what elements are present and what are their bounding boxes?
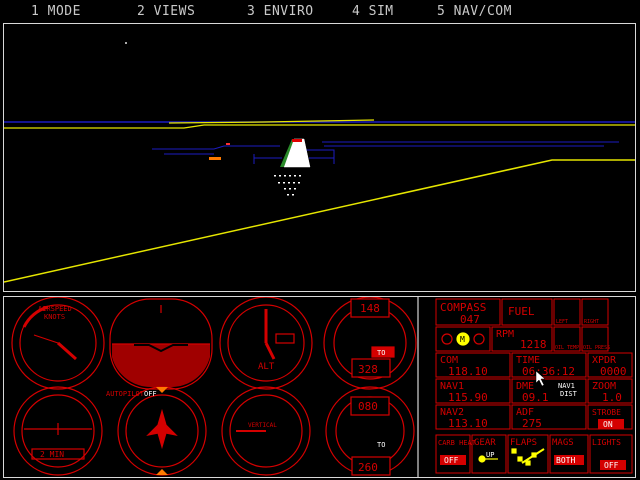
instrument-panel-graphics: AIRSPEED KNOTS ALT 2 MIN VERTICAL 148 TO… bbox=[11, 297, 633, 477]
approach-light-dots bbox=[274, 175, 301, 196]
autopilot-state[interactable]: OFF bbox=[144, 390, 157, 398]
fuel-right-label: RIGHT bbox=[584, 319, 599, 325]
star-dot bbox=[125, 42, 127, 44]
fuel-left-label: LEFT bbox=[556, 319, 568, 325]
compass-value: 047 bbox=[460, 313, 480, 326]
flaps-label: FLAPS bbox=[510, 438, 537, 448]
autopilot-label: AUTOPILOT bbox=[106, 390, 145, 398]
strobe-state[interactable]: ON bbox=[603, 420, 613, 429]
dme-unit: DIST bbox=[560, 390, 578, 398]
nav2-obs-readout: 260 bbox=[358, 461, 378, 474]
vertical-speed-indicator bbox=[221, 386, 311, 476]
nav1-obs-readout: 328 bbox=[358, 363, 378, 376]
com-frequency[interactable]: 118.10 bbox=[448, 365, 488, 378]
menu-navcom[interactable]: 5 NAV/COM bbox=[437, 4, 512, 19]
instrument-panel: AIRSPEED KNOTS ALT 2 MIN VERTICAL 148 TO… bbox=[3, 296, 636, 478]
scenery bbox=[4, 42, 635, 283]
menu-views[interactable]: 2 VIEWS bbox=[137, 4, 195, 19]
approach-light bbox=[209, 157, 221, 160]
marker-letter: M bbox=[460, 335, 465, 344]
flaps-indicator bbox=[511, 448, 545, 466]
inner-marker-light bbox=[473, 333, 485, 345]
gear-state[interactable]: UP bbox=[486, 451, 494, 459]
mags-label: MAGS bbox=[552, 438, 574, 448]
mags-state[interactable]: BOTH bbox=[556, 456, 575, 465]
rpm-label: RPM bbox=[496, 329, 514, 340]
nav2-frequency[interactable]: 113.10 bbox=[448, 417, 488, 430]
fuel-label: FUEL bbox=[508, 305, 535, 318]
turn-coordinator bbox=[13, 386, 103, 476]
cockpit-window-view[interactable] bbox=[3, 23, 636, 292]
turn-coordinator-label: 2 MIN bbox=[40, 450, 64, 459]
menu-bar: 1 MODE 2 VIEWS 3 ENVIRO 4 SIM 5 NAV/COM bbox=[0, 0, 640, 22]
strobe-label: STROBE bbox=[592, 408, 621, 417]
nav2-obs-heading: 080 bbox=[358, 400, 378, 413]
carb-heat-state[interactable]: OFF bbox=[444, 456, 459, 465]
airspeed-unit: KNOTS bbox=[44, 313, 65, 321]
oil-temp-label: OIL TEMP bbox=[555, 345, 579, 351]
outer-marker-light bbox=[441, 333, 453, 345]
heading-indicator bbox=[117, 386, 207, 476]
nav1-to-flag: TO bbox=[377, 349, 385, 357]
lights-label: LIGHTS bbox=[592, 438, 621, 447]
menu-mode[interactable]: 1 MODE bbox=[31, 4, 81, 19]
lights-state[interactable]: OFF bbox=[604, 461, 619, 470]
menu-sim[interactable]: 4 SIM bbox=[352, 4, 394, 19]
zoom-value[interactable]: 1.0 bbox=[602, 391, 622, 404]
xpdr-code[interactable]: 0000 bbox=[600, 365, 627, 378]
gear-label: GEAR bbox=[474, 438, 496, 448]
rpm-value: 1218 bbox=[520, 338, 547, 351]
shoreline-lower bbox=[4, 159, 635, 283]
attitude-indicator bbox=[109, 298, 213, 390]
altimeter bbox=[219, 297, 313, 390]
vsi-label: VERTICAL bbox=[248, 422, 277, 429]
beacon-light bbox=[226, 143, 230, 145]
oil-press-label: OIL PRESS bbox=[583, 345, 610, 351]
dme-source[interactable]: NAV1 bbox=[558, 382, 575, 390]
nav1-frequency[interactable]: 115.90 bbox=[448, 391, 488, 404]
adf-frequency[interactable]: 275 bbox=[522, 417, 542, 430]
time-value[interactable]: 06:36:12 bbox=[522, 365, 575, 378]
airspeed-label: AIRSPEED bbox=[38, 305, 72, 313]
nav2-to-flag: TO bbox=[377, 441, 385, 449]
runway-threshold-lights bbox=[292, 139, 302, 142]
menu-enviro[interactable]: 3 ENVIRO bbox=[247, 4, 314, 19]
ias-readout: 148 bbox=[360, 302, 380, 315]
shoreline-upper bbox=[4, 124, 635, 129]
altimeter-label: ALT bbox=[258, 362, 275, 372]
carb-heat-label: CARB HEAT bbox=[438, 439, 477, 447]
dme-value: 09.1 bbox=[522, 391, 549, 404]
